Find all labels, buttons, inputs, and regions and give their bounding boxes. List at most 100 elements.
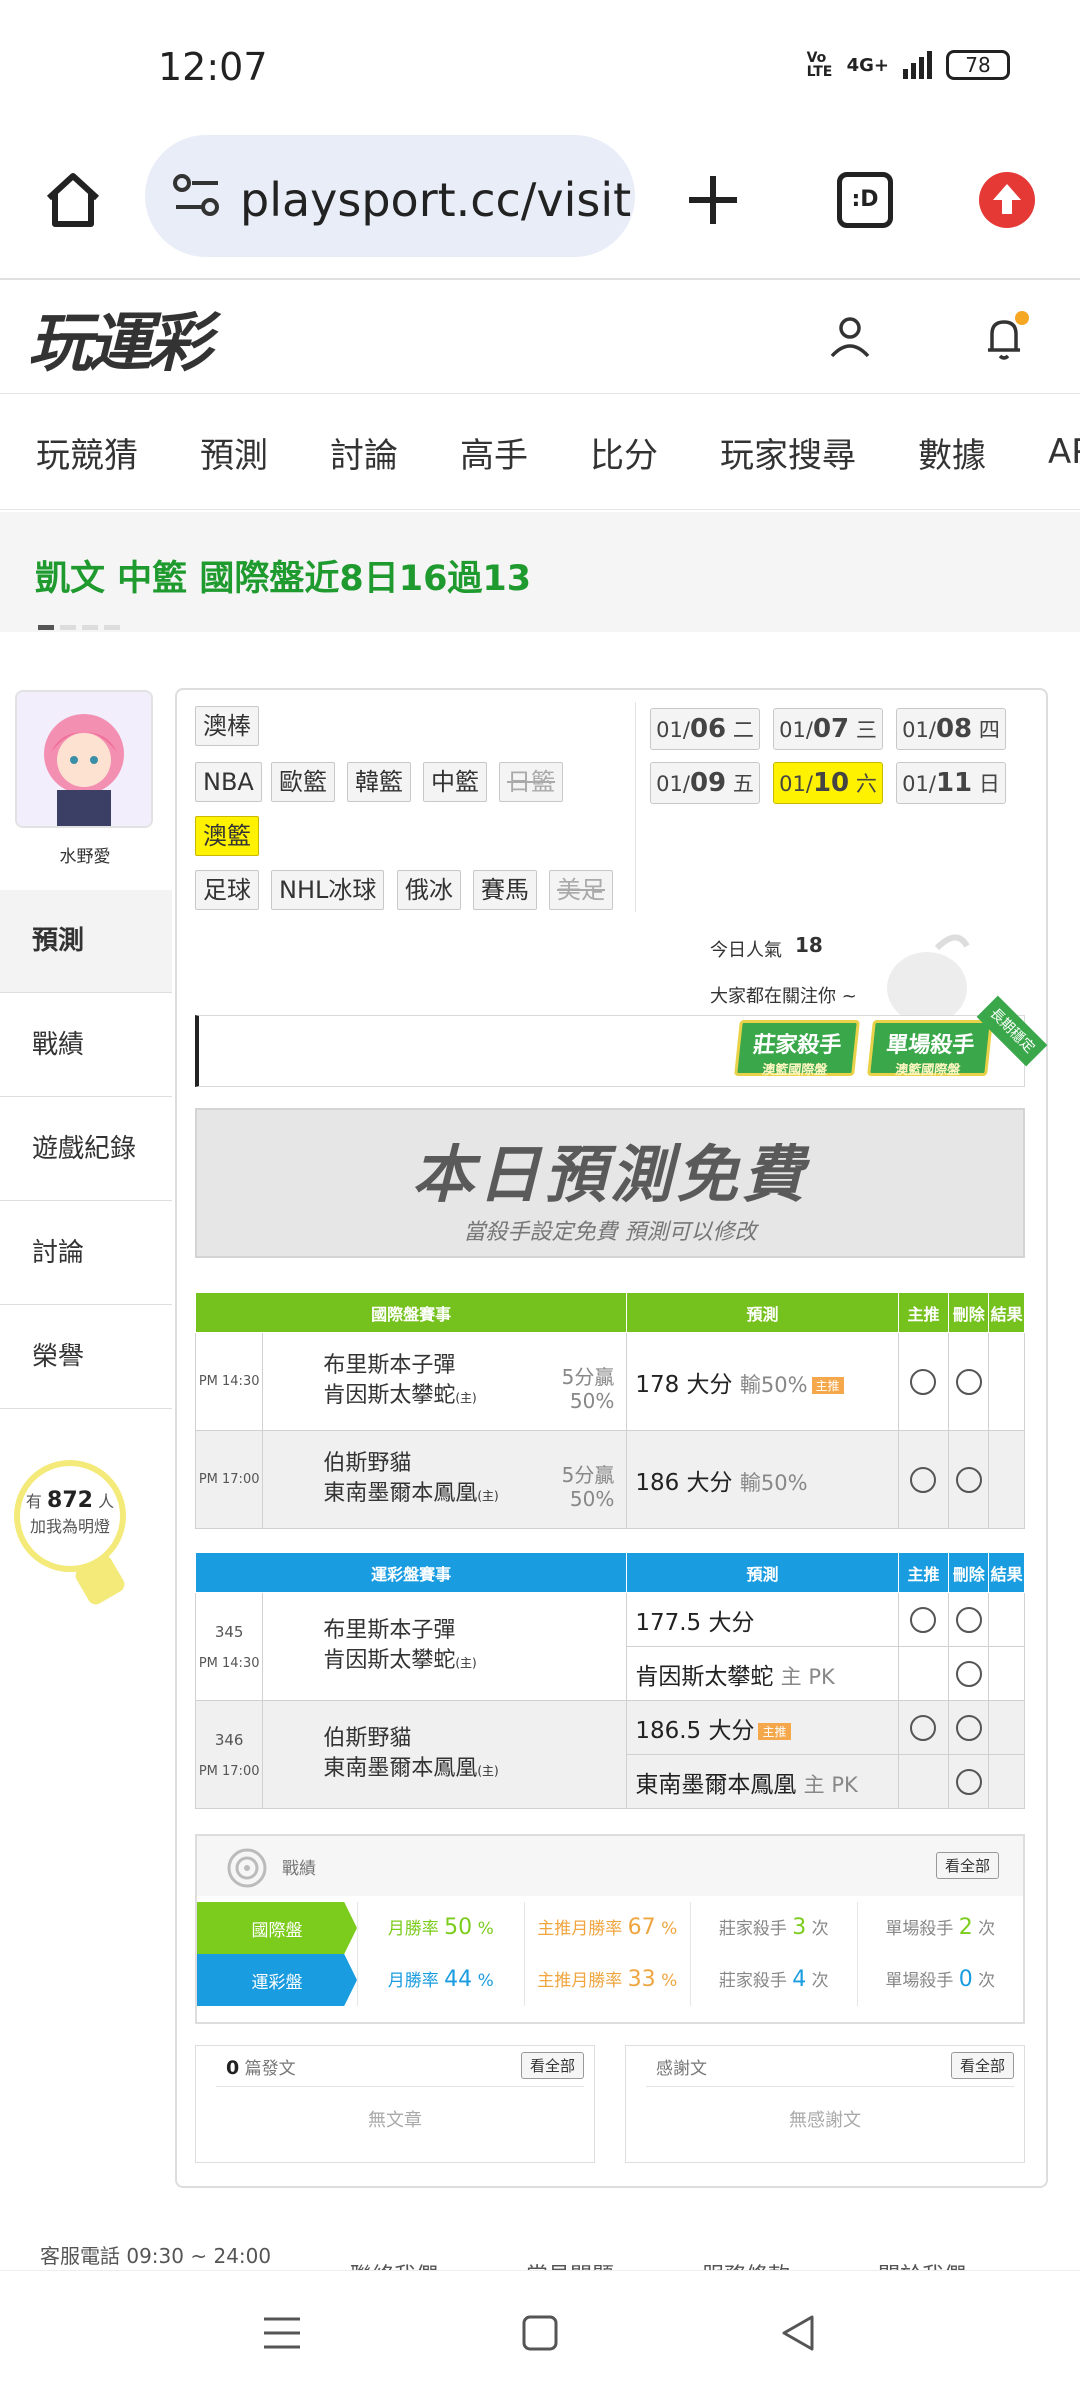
user-icon[interactable]: [825, 312, 875, 366]
free-prediction-banner: 本日預測免費 當殺手設定免費 預測可以修改: [195, 1108, 1025, 1258]
sport-tag-nba[interactable]: NBA: [195, 762, 262, 802]
record-panel: 戰績 看全部 國際盤 月勝率 50 % 主推月勝率 67 % 莊家殺手 3 次 …: [195, 1834, 1025, 2024]
nav-item-app[interactable]: APP: [1048, 432, 1080, 472]
game-teams: 布里斯本子彈 肯因斯太攀蛇(主) 5分贏 50%: [262, 1332, 628, 1431]
popularity-sub: 大家都在關注你 ~: [710, 986, 857, 1007]
record-label: 國際盤: [197, 1902, 357, 1954]
home-square-icon[interactable]: [520, 2313, 560, 2357]
sport-tag-euro-bball[interactable]: 歐籃: [271, 762, 335, 802]
home-team: 肯因斯太攀蛇: [323, 1647, 456, 1673]
back-icon[interactable]: [778, 2313, 818, 2357]
date-0108[interactable]: 01/08 四: [896, 708, 1006, 750]
record-stat: 月勝率 44 %: [357, 1954, 524, 2006]
fan-bulb[interactable]: 有 872 人 加我為明燈: [14, 1460, 126, 1572]
date-0110[interactable]: 01/10 六: [773, 762, 883, 804]
record-view-all-button[interactable]: 看全部: [935, 1852, 999, 1879]
main-pick-radio[interactable]: [910, 1368, 937, 1395]
badge-single-killer: 單場殺手 澳籃國際盤: [867, 1020, 993, 1078]
sport-tag-nhl[interactable]: NHL冰球: [271, 870, 385, 910]
home-team: 東南墨爾本鳳凰: [323, 1755, 478, 1781]
game-time: PM 14:30: [194, 1332, 264, 1431]
home-icon[interactable]: [28, 155, 118, 245]
clock: 12:07: [158, 45, 268, 89]
main-pick-radio[interactable]: [910, 1466, 937, 1493]
delete-radio[interactable]: [955, 1466, 982, 1493]
record-stat: 莊家殺手 4 次: [690, 1954, 857, 2006]
posts-box: 0 篇發文 看全部 無文章: [195, 2045, 595, 2163]
site-logo[interactable]: 玩運彩: [28, 292, 212, 384]
thanks-view-all-button[interactable]: 看全部: [950, 2052, 1014, 2079]
marquee-text[interactable]: 凱文 中籃 國際盤近8日16過13: [35, 550, 531, 601]
nav-item-stats[interactable]: 數據: [918, 428, 986, 477]
main-pick-radio[interactable]: [910, 1606, 937, 1633]
odds-pct: 50%: [569, 1389, 615, 1413]
sidebar-item-record[interactable]: 戰績: [0, 994, 172, 1097]
posts-view-all-button[interactable]: 看全部: [520, 2052, 584, 2079]
site-footer: 客服電話 09:30 ~ 24:00 聯絡我們 常見問題 服務條款 關於我們: [0, 2230, 1080, 2272]
delete-radio[interactable]: [955, 1768, 982, 1795]
nav-item-predict[interactable]: 預測: [200, 428, 268, 477]
fans-cta: 加我為明燈: [29, 1517, 110, 1536]
lottery-prediction-table: 運彩盤賽事 預測 主推 刪除 結果 345 PM 14:30 布里斯本子彈 肯因斯…: [194, 1552, 1025, 1809]
main-pick-radio[interactable]: [910, 1714, 937, 1741]
sport-tag-us-football: 美足: [549, 870, 613, 910]
thanks-empty: 無感謝文: [789, 2110, 861, 2131]
update-icon[interactable]: [962, 155, 1052, 245]
notification-bell-icon[interactable]: [978, 310, 1032, 368]
avatar[interactable]: [15, 690, 153, 828]
record-header: 戰績 看全部: [197, 1836, 1023, 1896]
record-row-lottery: 運彩盤 月勝率 44 % 主推月勝率 33 % 莊家殺手 4 次 單場殺手 0 …: [197, 1954, 1023, 2006]
status-icons: Vo LTE 4G+ 78: [807, 50, 1010, 80]
date-0109[interactable]: 01/09 五: [650, 762, 760, 804]
popularity-value: 18: [795, 933, 823, 957]
col-lottery-game: 運彩盤賽事: [194, 1552, 628, 1593]
sport-tag-aus-baseball[interactable]: 澳棒: [195, 706, 259, 746]
sport-tag-kr-bball[interactable]: 韓籃: [347, 762, 411, 802]
prediction-cell: 肯因斯太攀蛇 主 PK: [626, 1646, 899, 1701]
result-cell: [988, 1332, 1025, 1431]
game-no-time: 346 PM 17:00: [194, 1700, 264, 1809]
sport-tag-horse[interactable]: 賽馬: [473, 870, 537, 910]
sidebar-item-honor[interactable]: 榮譽: [0, 1306, 172, 1409]
home-team: 東南墨爾本鳳凰: [323, 1480, 478, 1506]
sport-tag-ru-hockey[interactable]: 俄冰: [397, 870, 461, 910]
logo-text: 玩運彩: [28, 307, 212, 381]
date-0106[interactable]: 01/06 二: [650, 708, 760, 750]
battery-icon: 78: [946, 50, 1010, 80]
tabs-icon[interactable]: :D: [820, 155, 910, 245]
sidebar-item-predict[interactable]: 預測: [0, 890, 172, 993]
prediction-cell: 178 大分 輸50% 主推: [626, 1332, 899, 1431]
sport-tag-soccer[interactable]: 足球: [195, 870, 259, 910]
news-marquee[interactable]: 凱文 中籃 國際盤近8日16過13: [0, 512, 1080, 632]
thanks-box: 感謝文 看全部 無感謝文: [625, 2045, 1025, 2163]
nav-item-game[interactable]: 玩競猜: [36, 428, 138, 477]
nav-item-forum[interactable]: 討論: [330, 428, 398, 477]
away-team: 伯斯野貓: [323, 1725, 412, 1751]
fans-count: 872: [47, 1488, 93, 1513]
prediction-cell: 186 大分 輸50%: [626, 1430, 899, 1529]
col-delete: 刪除: [948, 1292, 990, 1333]
sport-tag-aus-bball[interactable]: 澳籃: [195, 816, 259, 856]
away-team: 布里斯本子彈: [323, 1617, 456, 1643]
sport-tag-cn-bball[interactable]: 中籃: [423, 762, 487, 802]
new-tab-icon[interactable]: [668, 155, 758, 245]
delete-radio[interactable]: [955, 1714, 982, 1741]
table-row: PM 14:30 布里斯本子彈 肯因斯太攀蛇(主) 5分贏 50% 178 大分 …: [194, 1332, 1025, 1431]
address-bar[interactable]: playsport.cc/visit: [145, 135, 635, 257]
nav-item-experts[interactable]: 高手: [460, 428, 528, 477]
menu-icon[interactable]: [262, 2313, 302, 2357]
date-0107[interactable]: 01/07 三: [773, 708, 883, 750]
odds-line: 5分贏: [561, 1463, 615, 1487]
delete-radio[interactable]: [955, 1606, 982, 1633]
prediction-cell: 186.5 大分 主推: [626, 1700, 899, 1755]
delete-radio[interactable]: [955, 1368, 982, 1395]
home-team: 肯因斯太攀蛇: [323, 1382, 456, 1408]
sidebar-item-forum[interactable]: 討論: [0, 1202, 172, 1305]
nav-item-player-search[interactable]: 玩家搜尋: [720, 428, 856, 477]
nav-item-scores[interactable]: 比分: [590, 428, 658, 477]
posts-empty: 無文章: [368, 2110, 422, 2131]
sidebar-item-game-log[interactable]: 遊戲紀錄: [0, 1098, 172, 1201]
site-settings-icon[interactable]: [170, 169, 224, 227]
delete-radio[interactable]: [955, 1660, 982, 1687]
date-0111[interactable]: 01/11 日: [896, 762, 1006, 804]
